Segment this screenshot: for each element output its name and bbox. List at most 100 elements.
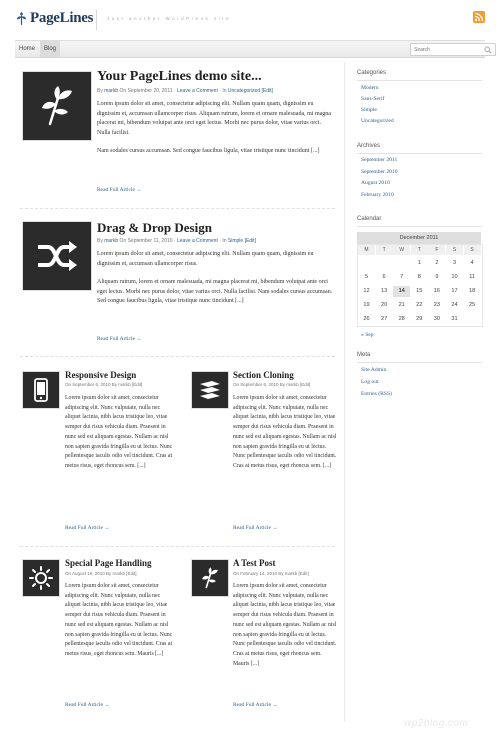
widget-rule (357, 80, 482, 81)
meta-in: In (222, 238, 227, 244)
meta-separator: · (219, 88, 221, 94)
meta-by: By (97, 88, 103, 94)
calendar-dow: T (375, 245, 393, 255)
post-author[interactable]: markb (104, 238, 118, 244)
sun-icon (29, 566, 53, 590)
phone-icon (34, 378, 48, 402)
rss-icon[interactable] (473, 11, 485, 23)
category-link[interactable]: Uncategorized (361, 118, 394, 124)
post-edit-link[interactable]: [Edit] (262, 88, 273, 94)
post-date: September 11, 2010 (127, 238, 173, 244)
calendar-dow: T (410, 245, 428, 255)
leaf-icon (16, 12, 27, 25)
meta-separator: · (219, 238, 221, 244)
calendar-day: 22 (416, 302, 423, 308)
calendar-day: 25 (468, 302, 476, 308)
meta-separator: · (173, 88, 176, 94)
site-tagline: Just another WordPress site (107, 16, 231, 21)
read-more-link[interactable]: Read Full Article → (65, 702, 110, 708)
post-title[interactable]: Section Cloning (233, 370, 294, 380)
calendar-dow: S (446, 245, 463, 255)
calendar-day: 8 (417, 274, 421, 280)
read-more-link[interactable]: Read Full Article → (233, 702, 278, 708)
calendar-day: 31 (451, 316, 458, 322)
category-link[interactable]: Simple (361, 107, 377, 113)
calendar-month: December 2011 (357, 232, 481, 244)
calendar-prev-link[interactable]: « Sep (361, 332, 374, 338)
category-link[interactable]: Modern (361, 85, 379, 91)
meta-link[interactable]: Entries (RSS) (361, 391, 392, 397)
calendar-day: 2 (435, 260, 439, 266)
archive-link[interactable]: September 2010 (361, 169, 398, 175)
post-category[interactable]: Simple (228, 238, 243, 244)
read-more-link[interactable]: Read Full Article → (65, 525, 110, 531)
post-thumbnail[interactable] (21, 70, 93, 142)
post-title[interactable]: A Test Post (233, 558, 276, 568)
calendar-day: 4 (470, 260, 474, 266)
meta-link[interactable]: Log out (361, 379, 379, 385)
meta-link[interactable]: Site Admin (361, 367, 386, 373)
post-excerpt: Lorem ipsum dolor sit amet, consectetur … (97, 100, 333, 166)
post-thumbnail[interactable] (190, 558, 230, 598)
meta-on: On (119, 238, 127, 244)
nav-item-blog[interactable]: Blog (40, 41, 61, 57)
calendar-day: 13 (380, 288, 388, 294)
read-more-link[interactable]: Read Full Article → (97, 336, 142, 342)
widget-rule (357, 153, 482, 154)
search-input[interactable] (414, 45, 480, 54)
calendar-dow: S (463, 245, 481, 255)
site-logo[interactable]: PageLines (16, 10, 93, 27)
post-meta: On September 6, 2010 By markb [Edit] (65, 382, 143, 387)
calendar-dow: W (393, 245, 411, 255)
calendar-day: 12 (363, 288, 370, 294)
post-thumbnail[interactable] (21, 558, 61, 598)
calendar-day: 26 (363, 316, 370, 322)
post-comments-link[interactable]: Leave a Comment (177, 88, 218, 94)
category-link[interactable]: Sans-Serif (361, 96, 384, 102)
calendar-day: 16 (433, 288, 440, 294)
search-icon[interactable] (484, 46, 492, 54)
content-divider (344, 62, 345, 722)
logo-text: PageLines (30, 10, 94, 26)
post-meta: On August 19, 2010 By markb [Edit] (65, 571, 137, 576)
calendar-day: 17 (451, 288, 458, 294)
post-separator (20, 546, 335, 547)
post-paragraph: Nam sodales cursus accumsan. Sed congue … (97, 148, 320, 155)
calendar-day: 18 (468, 288, 476, 294)
post-comments-link[interactable]: Leave a Comment (177, 238, 218, 244)
post-excerpt: Lorem ipsum dolor sit amet, consectetur … (97, 250, 333, 316)
header-divider (96, 10, 97, 30)
post-category[interactable]: Uncategorized (228, 88, 260, 94)
leaf-icon (42, 86, 72, 126)
post-excerpt: Lorem ipsum dolor sit amet, consectetur … (233, 583, 337, 667)
main-nav: Home Blog (15, 40, 496, 58)
post-title[interactable]: Responsive Design (65, 370, 136, 380)
post-thumbnail[interactable] (21, 370, 61, 410)
post-title[interactable]: Special Page Handling (65, 558, 152, 568)
site-header: PageLines Just another WordPress site (0, 0, 500, 40)
meta-by: By (97, 238, 103, 244)
post-thumbnail[interactable] (190, 370, 230, 410)
post-thumbnail[interactable] (21, 220, 93, 292)
archive-link[interactable]: September 2011 (361, 157, 397, 163)
calendar-day: 1 (417, 260, 421, 266)
calendar-day: 9 (435, 274, 439, 280)
post-author[interactable]: markb (104, 88, 118, 94)
calendar-day: 7 (400, 274, 404, 280)
post-separator (20, 208, 335, 209)
read-more-link[interactable]: Read Full Article → (233, 525, 278, 531)
widget-title-calendar: Calendar (357, 216, 382, 222)
read-more-link[interactable]: Read Full Article → (97, 187, 142, 193)
post-title[interactable]: Drag & Drop Design (97, 220, 212, 236)
calendar-day: 10 (451, 274, 458, 280)
post-edit-link[interactable]: [Edit] (245, 238, 256, 244)
calendar-dow: M (358, 245, 375, 255)
layers-icon (200, 381, 220, 399)
calendar-day: 28 (398, 316, 405, 322)
post-title[interactable]: Your PageLines demo site... (97, 69, 262, 85)
nav-item-home[interactable]: Home (15, 41, 39, 57)
archive-link[interactable]: February 2010 (361, 192, 394, 198)
archive-link[interactable]: August 2010 (361, 180, 390, 186)
post-separator (20, 356, 335, 357)
calendar-today: 14 (393, 286, 411, 297)
